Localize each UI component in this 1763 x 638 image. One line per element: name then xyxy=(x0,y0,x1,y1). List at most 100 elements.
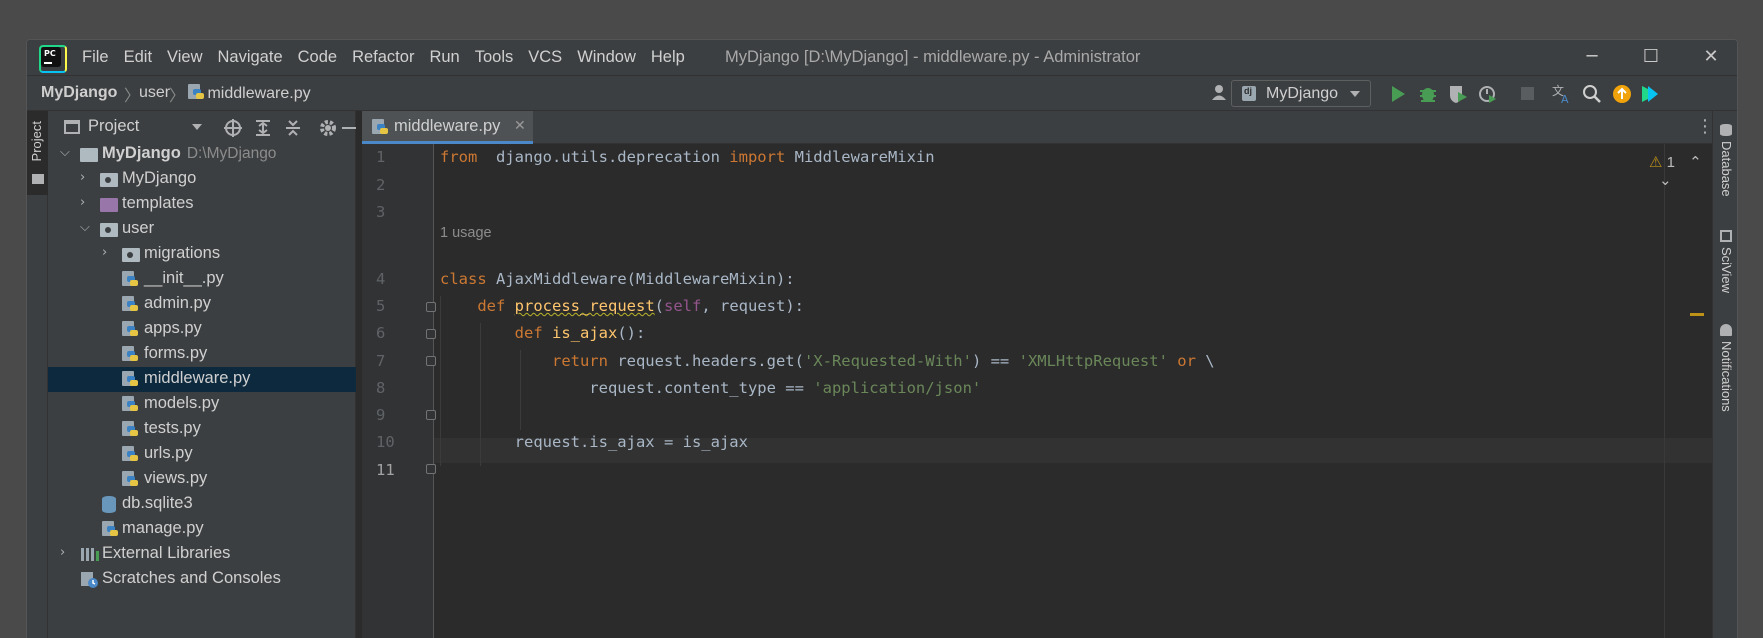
search-icon[interactable] xyxy=(1581,83,1603,105)
project-tool-button[interactable]: Project xyxy=(27,111,48,195)
debug-icon[interactable] xyxy=(1417,83,1439,105)
stop-icon[interactable] xyxy=(1517,83,1539,105)
menu-vcs[interactable]: VCS xyxy=(528,48,562,67)
project-panel-title[interactable]: Project xyxy=(88,117,139,136)
line-number: 3 xyxy=(376,203,386,221)
profile-icon[interactable] xyxy=(1477,83,1499,105)
menu-edit[interactable]: Edit xyxy=(124,48,152,67)
maximize-icon[interactable]: ☐ xyxy=(1639,46,1663,68)
tree-item-file[interactable]: db.sqlite3 xyxy=(48,492,356,517)
menu-tools[interactable]: Tools xyxy=(475,48,514,67)
breadcrumb-project[interactable]: MyDjango xyxy=(41,84,117,102)
close-tab-icon[interactable]: ✕ xyxy=(514,117,526,134)
chevron-down-icon[interactable]: ⌵ xyxy=(60,145,70,160)
locate-icon[interactable] xyxy=(223,118,243,138)
hide-panel-icon[interactable] xyxy=(342,127,356,129)
gear-icon[interactable] xyxy=(318,118,338,138)
line-number: 7 xyxy=(376,352,386,370)
code-with-me-icon[interactable] xyxy=(1639,83,1661,105)
code-token: or xyxy=(1177,352,1196,370)
tree-item-label: External Libraries xyxy=(102,544,231,562)
notifications-tool-button[interactable]: Notifications xyxy=(1713,321,1737,431)
python-file-icon xyxy=(122,371,138,390)
chevron-down-icon[interactable]: ⌄ xyxy=(1659,171,1672,189)
menu-window[interactable]: Window xyxy=(577,48,636,67)
breadcrumb-folder[interactable]: user xyxy=(139,84,170,102)
code-line: request.content_type == 'application/jso… xyxy=(440,379,981,397)
python-file-icon xyxy=(122,446,138,465)
code-token: MiddlewareMixin xyxy=(785,148,935,166)
menu-code[interactable]: Code xyxy=(298,48,337,67)
chevron-right-icon[interactable]: › xyxy=(80,170,85,185)
translate-icon[interactable]: 文A xyxy=(1551,83,1573,105)
tree-item-file[interactable]: admin.py xyxy=(48,292,356,317)
database-tool-button[interactable]: Database xyxy=(1713,121,1737,201)
menu-view[interactable]: View xyxy=(167,48,202,67)
ide-window: PC File Edit View Navigate Code Refactor… xyxy=(26,39,1738,638)
chevron-right-icon[interactable]: › xyxy=(80,195,85,210)
code-token: self xyxy=(664,297,702,315)
python-file-icon xyxy=(122,471,138,490)
fold-marker-icon[interactable] xyxy=(426,356,436,366)
collapse-all-icon[interactable] xyxy=(283,118,303,138)
code-token: ) == xyxy=(971,352,1019,370)
tree-item-file[interactable]: apps.py xyxy=(48,317,356,342)
tree-item-file[interactable]: manage.py xyxy=(48,517,356,542)
tree-item-file[interactable]: urls.py xyxy=(48,442,356,467)
tree-item-migrations[interactable]: › migrations xyxy=(48,242,356,267)
fold-marker-icon[interactable] xyxy=(426,464,436,474)
tree-item-file[interactable]: tests.py xyxy=(48,417,356,442)
menu-refactor[interactable]: Refactor xyxy=(352,48,414,67)
minimize-icon[interactable]: ─ xyxy=(1580,46,1604,68)
run-configuration-selector[interactable]: MyDjango xyxy=(1231,80,1371,107)
chevron-right-icon[interactable]: › xyxy=(60,545,65,560)
warning-stripe-marker[interactable] xyxy=(1690,313,1704,316)
chevron-down-icon[interactable] xyxy=(192,124,202,130)
inspection-widget[interactable]: ⚠ 1 ⌃ ⌄ xyxy=(1649,153,1712,189)
run-icon[interactable] xyxy=(1387,83,1409,105)
chevron-up-icon[interactable]: ⌃ xyxy=(1689,153,1702,171)
expand-all-icon[interactable] xyxy=(253,118,273,138)
close-icon[interactable]: ✕ xyxy=(1699,46,1723,68)
tree-item-templates[interactable]: › templates xyxy=(48,192,356,217)
tree-item-package[interactable]: › MyDjango xyxy=(48,167,356,192)
tree-item-file[interactable]: forms.py xyxy=(48,342,356,367)
warning-icon: ⚠ xyxy=(1649,154,1663,171)
breadcrumb-separator-icon: 〉 xyxy=(169,88,186,105)
tree-item-file[interactable]: models.py xyxy=(48,392,356,417)
code-token: def xyxy=(514,324,543,342)
menu-run[interactable]: Run xyxy=(429,48,459,67)
chevron-right-icon[interactable]: › xyxy=(102,245,107,260)
update-icon[interactable] xyxy=(1611,83,1633,105)
code-token: process_request xyxy=(514,297,655,315)
chevron-down-icon[interactable]: ⌵ xyxy=(80,220,90,235)
tree-item-file[interactable]: __init__.py xyxy=(48,267,356,292)
fold-marker-icon[interactable] xyxy=(426,410,436,420)
code-editor[interactable]: 1 2 3 4 5 6 7 8 9 10 11 1 usage from dja… xyxy=(362,144,1712,638)
code-token: class xyxy=(440,270,487,288)
chevron-down-icon xyxy=(1350,91,1360,97)
breadcrumb-file[interactable]: middleware.py xyxy=(188,84,311,103)
tree-item-scratches[interactable]: Scratches and Consoles xyxy=(48,567,356,592)
coverage-icon[interactable] xyxy=(1447,83,1469,105)
tree-item-external-libraries[interactable]: › External Libraries xyxy=(48,542,356,567)
tree-item-label: db.sqlite3 xyxy=(122,494,193,512)
tree-item-project-root[interactable]: ⌵ MyDjango D:\MyDjango xyxy=(48,142,356,167)
usage-hint[interactable]: 1 usage xyxy=(440,225,492,241)
sciview-tool-button[interactable]: SciView xyxy=(1713,227,1737,307)
code-token: , request): xyxy=(701,297,804,315)
menu-help[interactable]: Help xyxy=(651,48,685,67)
tree-item-file[interactable]: views.py xyxy=(48,467,356,492)
fold-marker-icon[interactable] xyxy=(426,302,436,312)
fold-marker-icon[interactable] xyxy=(426,329,436,339)
line-number: 1 xyxy=(376,148,386,166)
tab-middleware-py[interactable]: middleware.py ✕ xyxy=(362,111,533,144)
tree-item-user[interactable]: ⌵ user xyxy=(48,217,356,242)
inspection-count: 1 xyxy=(1666,154,1675,171)
menu-file[interactable]: File xyxy=(82,48,109,67)
python-file-icon xyxy=(188,84,204,101)
tree-item-file-selected[interactable]: middleware.py xyxy=(48,367,356,392)
user-icon[interactable] xyxy=(1211,83,1233,105)
menu-navigate[interactable]: Navigate xyxy=(218,48,283,67)
